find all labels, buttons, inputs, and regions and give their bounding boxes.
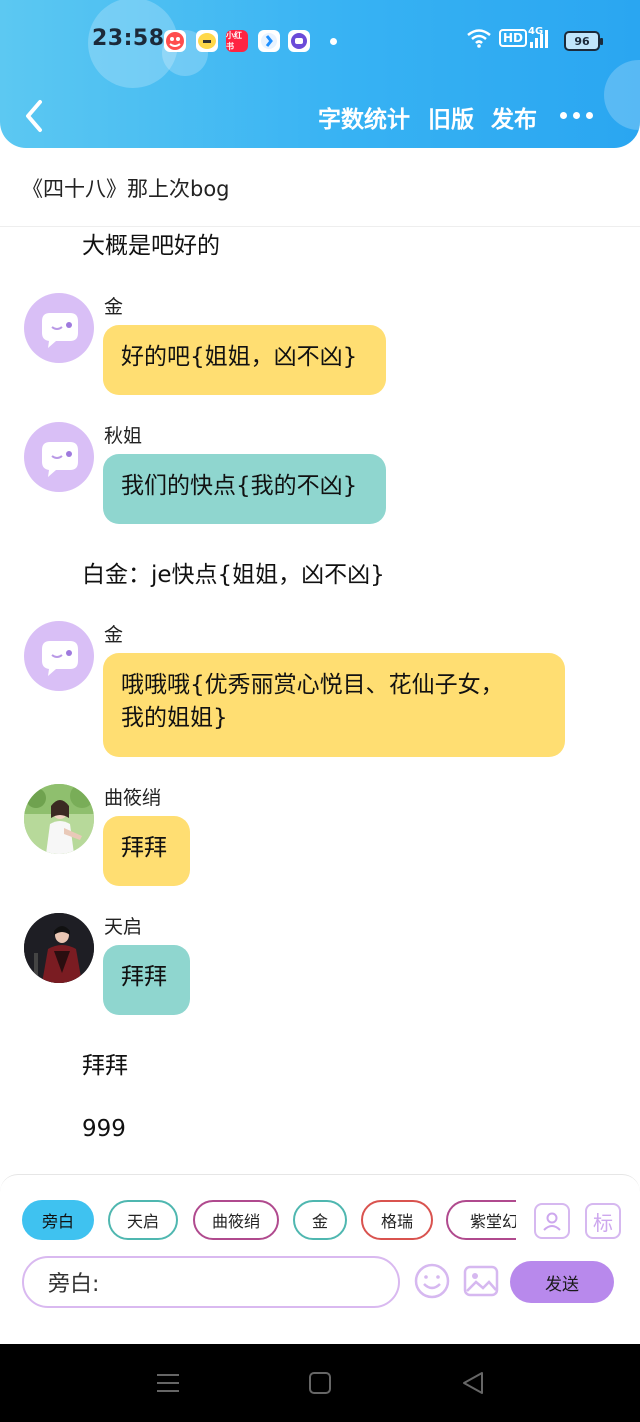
narration-text[interactable]: 999 bbox=[82, 1116, 126, 1142]
speaker-name: 秋姐 bbox=[104, 425, 143, 447]
app-purple-icon bbox=[288, 30, 310, 52]
story-title[interactable]: 《四十八》那上次bog bbox=[22, 173, 230, 203]
narration-text[interactable]: 拜拜 bbox=[82, 1046, 128, 1080]
app-header: 23:58 小红书 HD 4G 96 字数统计 旧版 发布 bbox=[0, 0, 640, 148]
old-version-button[interactable]: 旧版 bbox=[428, 100, 474, 134]
status-time: 23:58 bbox=[92, 26, 165, 51]
home-square-icon bbox=[309, 1372, 331, 1394]
menu-icon bbox=[157, 1374, 179, 1392]
menu-button[interactable] bbox=[155, 1370, 181, 1400]
signal-icon: 4G bbox=[528, 24, 550, 50]
message-line: 哦哦哦{优秀丽赏心悦目、花仙子女， bbox=[121, 672, 504, 698]
more-dot-icon bbox=[573, 112, 580, 119]
role-chip-jin[interactable]: 金 bbox=[293, 1200, 347, 1240]
image-icon bbox=[463, 1265, 499, 1297]
more-dot-icon bbox=[560, 112, 567, 119]
speaker-name: 曲筱绡 bbox=[104, 787, 162, 809]
role-chip-tianqi[interactable]: 天启 bbox=[108, 1200, 178, 1240]
message-bubble[interactable]: 我们的快点{我的不凶} bbox=[103, 454, 386, 524]
speaker-name: 金 bbox=[104, 296, 124, 318]
message-input[interactable]: 旁白: bbox=[22, 1256, 400, 1308]
wifi-icon bbox=[466, 28, 492, 48]
status-bar: 23:58 小红书 HD 4G 96 bbox=[0, 22, 640, 62]
role-chip-row[interactable]: 旁白 天启 曲筱绡 金 格瑞 紫堂幻 bbox=[22, 1200, 516, 1242]
back-button[interactable] bbox=[20, 96, 50, 136]
tag-button[interactable]: 标 bbox=[585, 1203, 621, 1239]
person-photo-icon bbox=[24, 784, 94, 854]
character-manage-button[interactable] bbox=[534, 1203, 570, 1239]
battery-indicator: 96 bbox=[564, 31, 603, 51]
role-chip-zitanghuan[interactable]: 紫堂幻 bbox=[446, 1200, 516, 1240]
smiley-icon bbox=[414, 1263, 450, 1299]
message-bubble[interactable]: 拜拜 bbox=[103, 816, 190, 886]
chat-bubble-face-icon bbox=[42, 313, 78, 348]
message-bubble[interactable]: 拜拜 bbox=[103, 945, 190, 1015]
chevron-left-icon bbox=[26, 100, 42, 132]
default-avatar[interactable] bbox=[24, 621, 94, 691]
speaker-name: 天启 bbox=[104, 916, 143, 938]
person-icon bbox=[543, 1212, 561, 1231]
narration-text[interactable]: 白金：je快点{姐姐，凶不凶} bbox=[82, 555, 385, 589]
speaker-name: 金 bbox=[104, 624, 124, 646]
publish-button[interactable]: 发布 bbox=[491, 100, 537, 134]
profile-photo-avatar[interactable] bbox=[24, 784, 94, 854]
chat-bubble-face-icon bbox=[42, 442, 78, 477]
role-chip-narrator[interactable]: 旁白 bbox=[22, 1200, 94, 1240]
taobao-icon bbox=[164, 30, 186, 52]
back-nav-button[interactable] bbox=[460, 1370, 486, 1400]
send-button[interactable]: 发送 bbox=[510, 1261, 614, 1303]
message-line: 我的姐姐} bbox=[121, 705, 228, 731]
notification-dot-icon bbox=[330, 38, 337, 45]
role-chip-gerui[interactable]: 格瑞 bbox=[361, 1200, 433, 1240]
system-navigation-bar bbox=[0, 1344, 640, 1422]
default-avatar[interactable] bbox=[24, 422, 94, 492]
narration-text[interactable]: 大概是吧好的 bbox=[82, 226, 220, 260]
app-blue-icon bbox=[258, 30, 280, 52]
hd-badge: HD bbox=[499, 29, 528, 47]
app-yellow-icon bbox=[196, 30, 218, 52]
profile-photo-avatar[interactable] bbox=[24, 913, 94, 983]
network-label: 4G bbox=[528, 26, 544, 37]
role-chip-quxiaoxiao[interactable]: 曲筱绡 bbox=[193, 1200, 279, 1240]
default-avatar[interactable] bbox=[24, 293, 94, 363]
emoji-button[interactable] bbox=[413, 1262, 451, 1300]
message-bubble[interactable]: 哦哦哦{优秀丽赏心悦目、花仙子女， 我的姐姐} bbox=[103, 653, 565, 757]
more-dot-icon bbox=[586, 112, 593, 119]
hd-label: HD bbox=[499, 29, 528, 47]
chat-bubble-face-icon bbox=[42, 641, 78, 676]
word-count-button[interactable]: 字数统计 bbox=[318, 100, 410, 134]
message-bubble[interactable]: 好的吧{姐姐，凶不凶} bbox=[103, 325, 386, 395]
more-button[interactable] bbox=[560, 112, 593, 119]
image-button[interactable] bbox=[462, 1262, 500, 1300]
decor-bubble bbox=[604, 60, 640, 130]
home-button[interactable] bbox=[308, 1370, 332, 1400]
xiaohongshu-icon: 小红书 bbox=[226, 30, 248, 52]
person-photo-icon bbox=[24, 913, 94, 983]
triangle-back-icon bbox=[463, 1372, 483, 1394]
